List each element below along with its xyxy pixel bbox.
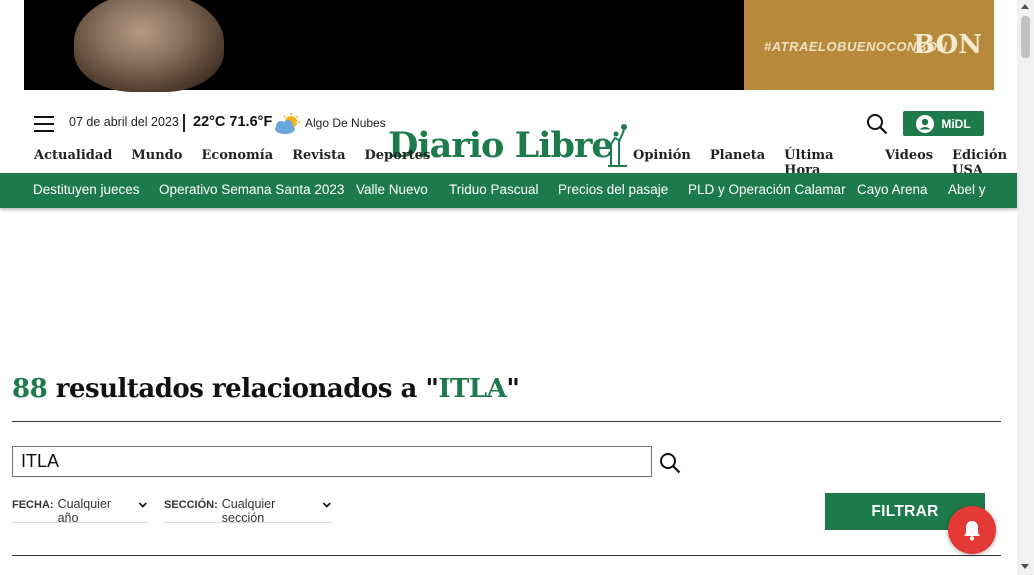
main-nav-left: Actualidad Mundo Economía Revista Deport… [34,148,449,163]
date-divider [183,114,185,132]
trending-item[interactable]: Valle Nuevo [356,182,428,197]
nav-item-mundo[interactable]: Mundo [131,148,182,163]
partly-cloudy-icon [275,113,300,134]
results-text: resultados relacionados a " [47,374,439,404]
logo-figure-icon [608,124,627,167]
results-close-quote: " [506,374,520,404]
menu-icon[interactable] [34,116,54,132]
notification-bell-button[interactable] [948,506,996,554]
temperature: 22°C 71.6°F [193,114,273,130]
section-filter-dropdown[interactable]: SECCIÓN: Cualquier sección [164,497,332,525]
trending-item[interactable]: Abel y [948,182,986,197]
scroll-up-icon[interactable] [1021,4,1029,9]
nav-item-revista[interactable]: Revista [292,148,345,163]
ad-brand-panel: #ATRAELOBUENOCONBON BON [744,0,994,90]
section-filter-value: Cualquier sección [221,497,276,525]
current-date: 07 de abril del 2023 [69,115,179,129]
search-input[interactable] [12,446,652,477]
bell-icon [964,521,980,541]
section-filter-label: SECCIÓN: [164,499,218,511]
divider [12,555,1001,556]
page-scrollbar[interactable] [1017,0,1034,575]
chevron-down-icon [323,502,332,508]
search-submit-icon[interactable] [659,452,681,474]
ad-brand-logo: BON [913,30,982,60]
chevron-down-icon [139,502,148,508]
nav-item-actualidad[interactable]: Actualidad [34,148,112,163]
midl-label: MiDL [941,116,971,131]
trending-item[interactable]: Destituyen jueces [33,182,140,197]
results-heading: 88 resultados relacionados a "ITLA" [12,374,520,404]
ad-banner[interactable]: #ATRAELOBUENOCONBON BON [24,0,994,92]
date-filter-dropdown[interactable]: FECHA: Cualquier año [12,497,148,525]
scroll-down-icon[interactable] [1021,564,1029,569]
trending-item[interactable]: Triduo Pascual [449,182,539,197]
trending-item[interactable]: Cayo Arena [857,182,928,197]
trending-item[interactable]: Precios del pasaje [558,182,668,197]
weather-condition: Algo De Nubes [305,116,386,130]
results-count: 88 [12,374,48,404]
ad-image [74,0,224,92]
nav-item-deportes[interactable]: Deportes [365,148,431,163]
search-icon[interactable] [866,113,888,135]
midl-account-button[interactable]: MiDL [903,111,984,136]
scrollbar-thumb[interactable] [1021,16,1030,58]
trending-bar: Destituyen jueces Operativo Semana Santa… [0,173,1017,208]
date-filter-label: FECHA: [12,499,54,511]
divider [12,421,1001,422]
results-query: ITLA [438,374,507,404]
nav-item-economia[interactable]: Economía [201,148,273,163]
user-icon [916,114,935,133]
date-filter-value: Cualquier año [57,497,112,525]
trending-item[interactable]: Operativo Semana Santa 2023 [159,182,344,197]
trending-item[interactable]: PLD y Operación Calamar [688,182,846,197]
